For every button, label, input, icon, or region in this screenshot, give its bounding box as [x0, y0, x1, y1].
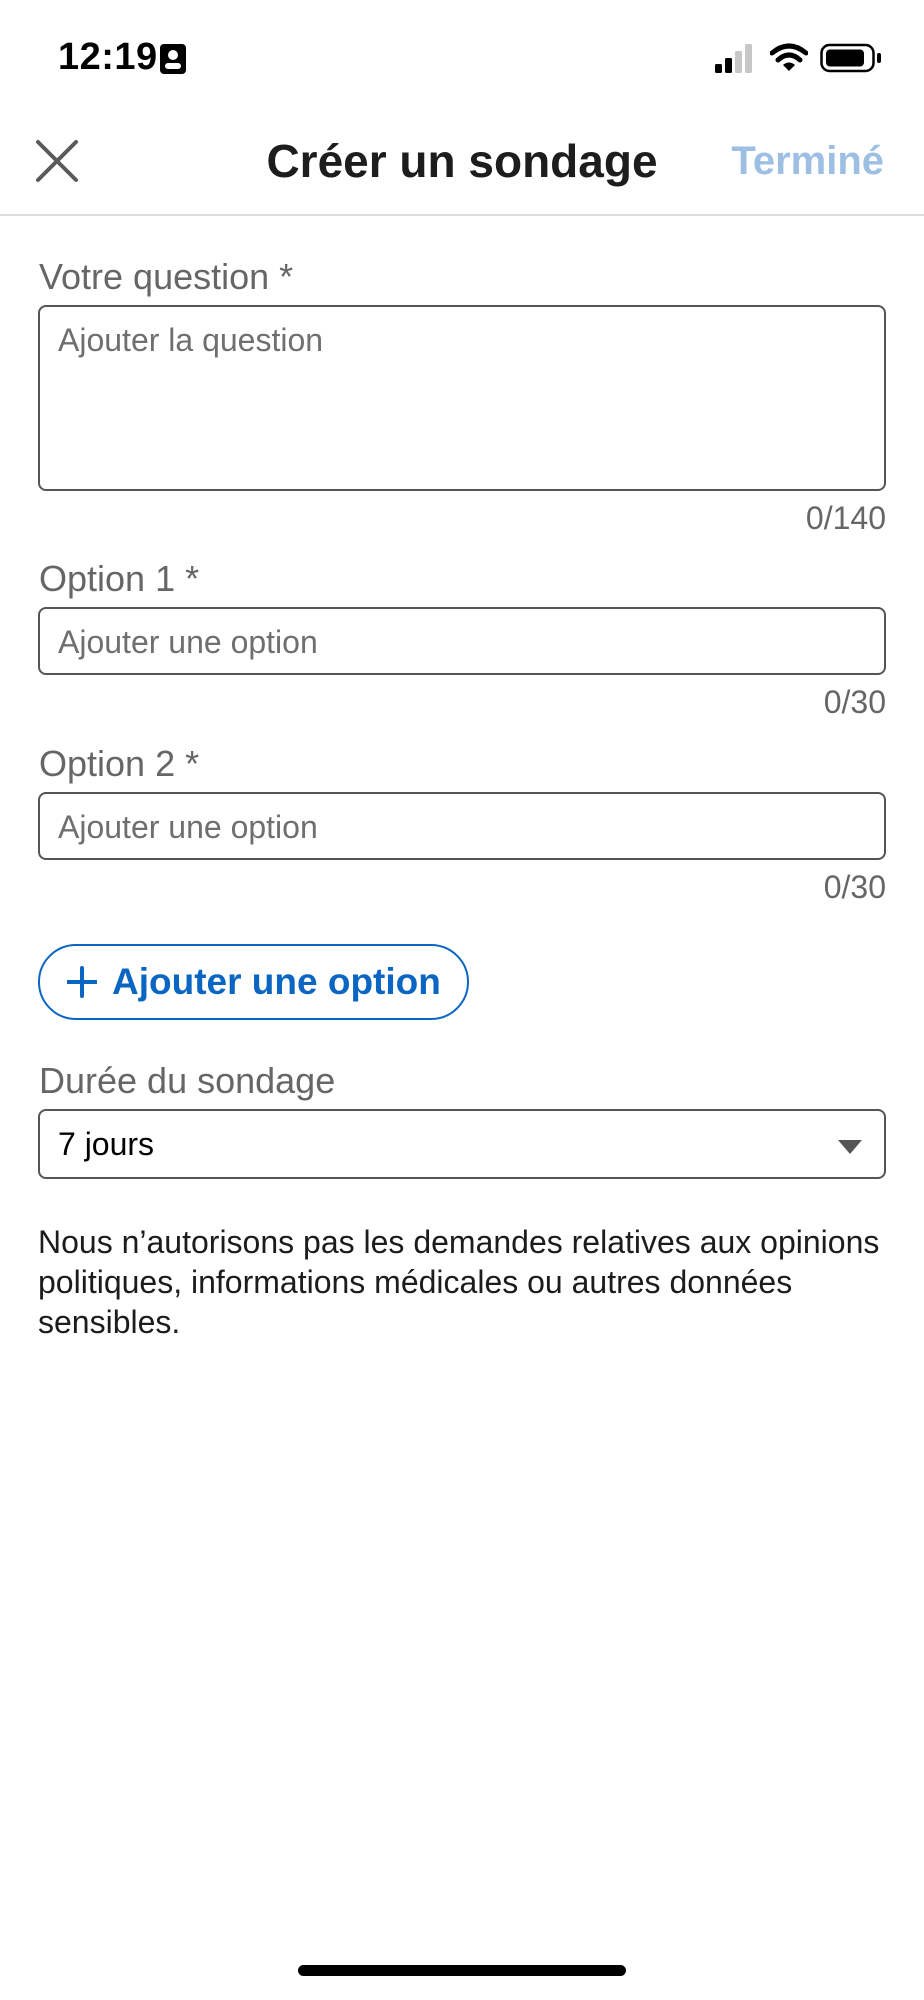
duration-label: Durée du sondage	[39, 1060, 336, 1101]
plus-icon	[67, 966, 97, 998]
question-placeholder: Ajouter la question	[58, 322, 324, 358]
question-input[interactable]: Ajouter la question	[38, 305, 886, 491]
option-2-input[interactable]: Ajouter une option	[38, 792, 886, 860]
battery-icon	[820, 43, 881, 73]
wifi-icon	[770, 43, 808, 71]
option-2-placeholder: Ajouter une option	[58, 809, 318, 845]
question-char-counter: 0/140	[805, 500, 886, 536]
add-option-label: Ajouter une option	[112, 961, 441, 1002]
option-1-char-counter: 0/30	[823, 684, 886, 720]
cellular-signal-icon	[715, 44, 752, 73]
done-button[interactable]: Terminé	[731, 139, 884, 184]
option-1-placeholder: Ajouter une option	[58, 624, 318, 660]
question-label: Votre question *	[39, 256, 294, 297]
home-indicator	[298, 1965, 626, 1976]
duration-select[interactable]: 7 jours	[38, 1109, 886, 1179]
option-2-char-counter: 0/30	[823, 869, 886, 905]
add-option-button[interactable]: Ajouter une option	[38, 944, 469, 1020]
caret-down-icon	[838, 1140, 862, 1154]
top-bar: Créer un sondage Terminé	[0, 118, 924, 216]
contact-card-icon	[160, 44, 186, 74]
duration-value: 7 jours	[58, 1126, 155, 1162]
status-time: 12:19	[58, 36, 158, 78]
policy-disclaimer: Nous n’autorisons pas les demandes relat…	[38, 1224, 880, 1340]
option-2-label: Option 2 *	[39, 743, 200, 784]
status-bar: 12:19	[0, 0, 924, 118]
option-1-label: Option 1 *	[39, 558, 200, 599]
option-1-input[interactable]: Ajouter une option	[38, 607, 886, 675]
